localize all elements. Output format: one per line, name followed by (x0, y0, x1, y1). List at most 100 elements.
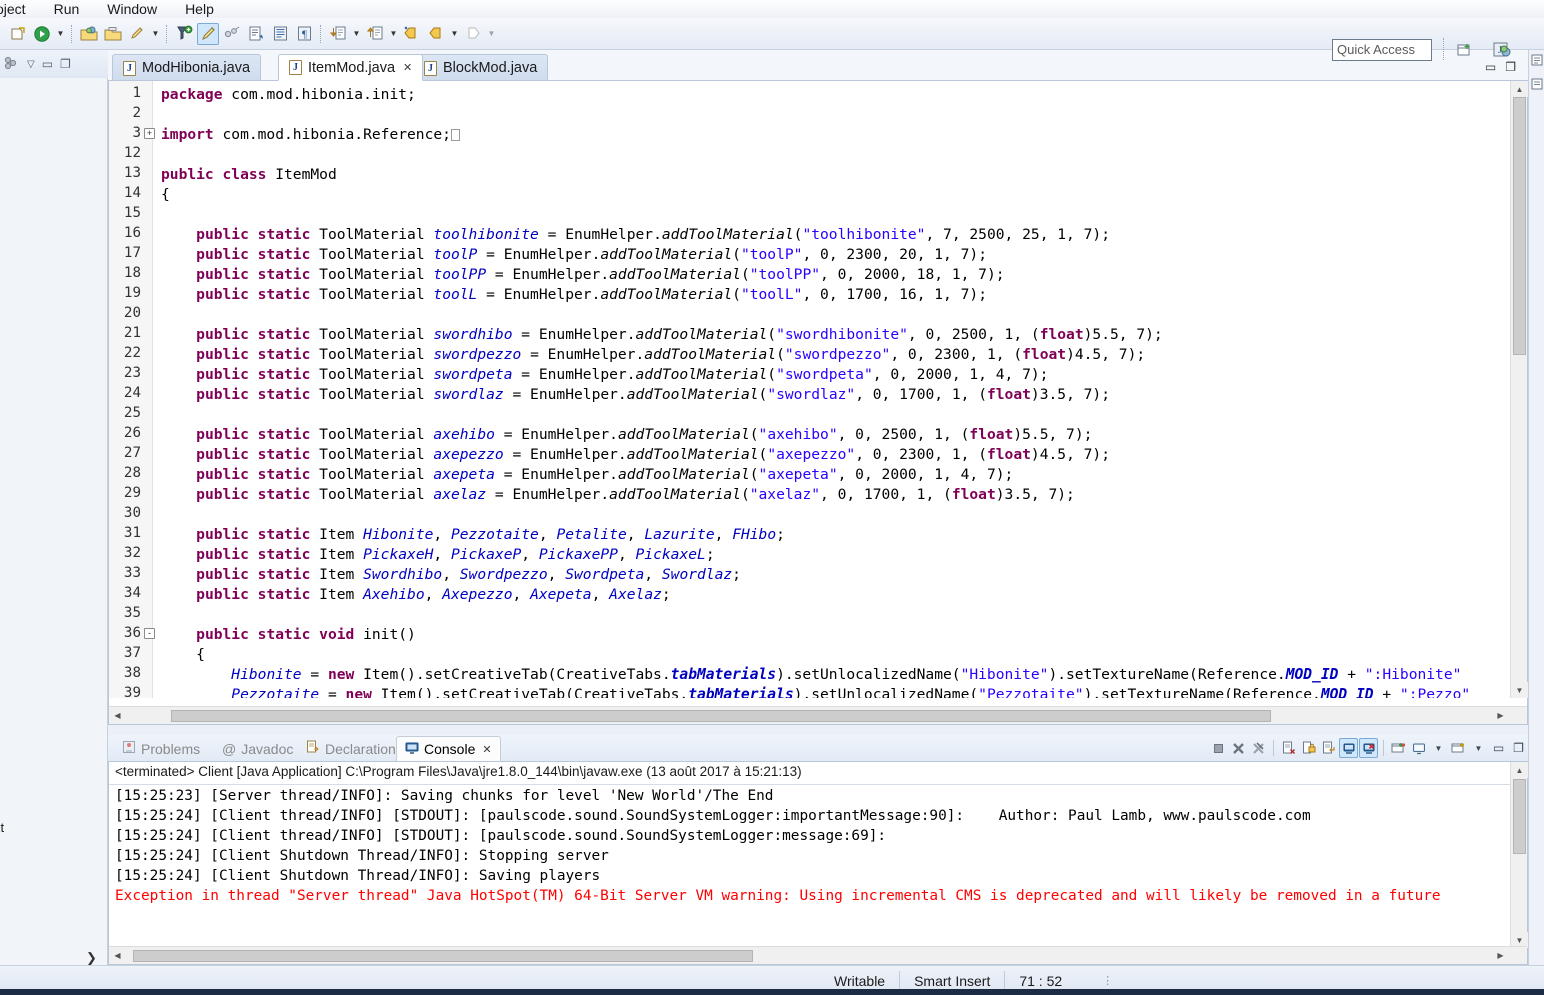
collapsed-import-placeholder[interactable] (450, 129, 460, 141)
tab-declaration[interactable]: Declaration (298, 736, 404, 761)
next-annotation-icon[interactable] (327, 23, 349, 45)
code-token: + (1338, 666, 1365, 683)
status-drag-handle[interactable]: ⋮ (1102, 974, 1113, 987)
view-menu-icon[interactable]: ▽ (27, 59, 35, 70)
pin-console-icon[interactable] (1389, 738, 1408, 758)
terminate-icon[interactable] (1209, 738, 1228, 758)
code-token: , (512, 586, 531, 603)
code-token: addToolMaterial (609, 486, 741, 503)
show-console-on-output-icon[interactable] (1339, 738, 1358, 758)
editor-tab-blockmod[interactable]: J BlockMod.java (413, 54, 549, 81)
open-console-dropdown-arrow[interactable]: ▼ (1469, 738, 1488, 758)
code-token: , 0, 1700, 1, ( (855, 386, 987, 403)
word-wrap-icon[interactable] (1319, 738, 1338, 758)
code-token: , (424, 586, 443, 603)
minimize-icon[interactable]: ▭ (1485, 60, 1496, 74)
run-last-tool-icon[interactable] (31, 23, 53, 45)
toolbar-separator (320, 24, 322, 43)
package-explorer-icon[interactable] (4, 56, 20, 73)
maximize-icon[interactable]: ❐ (60, 57, 71, 71)
show-console-on-error-icon[interactable] (1359, 738, 1378, 758)
next-annotation-arrow[interactable]: ▼ (350, 23, 363, 45)
tab-console[interactable]: Console ✕ (396, 736, 501, 761)
menu-item-help[interactable]: Help (171, 0, 228, 18)
tab-problems[interactable]: Problems (114, 736, 208, 761)
maximize-icon[interactable]: ❐ (1505, 60, 1516, 74)
scroll-left-arrow[interactable]: ◀ (109, 947, 126, 964)
code-token: init() (354, 626, 416, 643)
last-edit-location-icon[interactable] (401, 23, 423, 45)
remove-launch-icon[interactable] (1229, 738, 1248, 758)
previous-annotation-icon[interactable] (364, 23, 386, 45)
code-token: "axepeta" (758, 466, 838, 483)
toolbar-separator (166, 24, 168, 43)
scrollbar-thumb[interactable] (1513, 779, 1526, 854)
editor-tab-modhibonia[interactable]: J ModHibonia.java (112, 54, 262, 81)
console-output-area[interactable]: <terminated> Client [Java Application] C… (108, 761, 1528, 965)
open-console-icon[interactable] (1449, 738, 1468, 758)
minimize-icon[interactable]: ▭ (1489, 738, 1508, 758)
clear-console-icon[interactable] (1279, 738, 1298, 758)
code-token: , 0, 2300, 20, 1, 7); (802, 246, 987, 263)
code-token: "swordpezzo" (784, 346, 891, 363)
editor-horizontal-scrollbar[interactable]: ◀ ▶ (109, 706, 1527, 724)
new-class-dropdown-arrow[interactable]: ▼ (149, 23, 162, 45)
task-list-icon[interactable] (1531, 78, 1543, 93)
scroll-right-arrow[interactable]: ▶ (1492, 947, 1509, 964)
open-task-icon[interactable] (245, 23, 267, 45)
new-wizard-partial-icon[interactable] (7, 23, 29, 45)
scroll-up-arrow[interactable]: ▲ (1511, 81, 1528, 97)
scroll-down-arrow[interactable]: ▼ (1511, 682, 1528, 698)
editor-tab-itemmod[interactable]: J ItemMod.java ✕ (278, 54, 424, 81)
toggle-mark-occurrences-icon[interactable] (197, 22, 219, 45)
console-vertical-scrollbar[interactable]: ▲ ▼ (1510, 762, 1528, 948)
forward-dropdown-arrow[interactable]: ▼ (485, 23, 498, 45)
code-token: ToolMaterial (310, 266, 434, 283)
remove-all-terminated-icon[interactable] (1249, 738, 1268, 758)
close-icon[interactable]: ✕ (403, 61, 412, 74)
display-selected-console-icon[interactable] (1409, 738, 1428, 758)
console-line: [15:25:24] [Client thread/INFO] [STDOUT]… (115, 808, 1311, 824)
back-dropdown-arrow[interactable]: ▼ (448, 23, 461, 45)
code-line: public static ToolMaterial swordpeta = E… (161, 365, 1048, 385)
show-whitespace-icon[interactable] (269, 23, 291, 45)
scroll-up-arrow[interactable]: ▲ (1511, 762, 1528, 778)
code-token: Lazurite (644, 526, 715, 543)
code-editor[interactable]: 1 2 3 +12 13 14 15 16 17 18 19 20 21 22 23 24 25 26 27 28 29… (108, 80, 1528, 725)
pilcrow-icon[interactable]: ¶ (293, 23, 315, 45)
search-icon[interactable] (173, 23, 195, 45)
toggle-breadcrumb-icon[interactable] (221, 23, 243, 45)
minimize-icon[interactable]: ▭ (42, 57, 53, 71)
code-token: Axelaz (609, 586, 662, 603)
scroll-right-arrow[interactable]: ▶ (1492, 707, 1509, 724)
tab-javadoc[interactable]: @ Javadoc (214, 736, 301, 761)
new-java-class-icon[interactable] (126, 23, 148, 45)
forward-icon[interactable] (462, 23, 484, 45)
scroll-left-arrow[interactable]: ◀ (109, 707, 126, 724)
console-horizontal-scrollbar[interactable]: ◀ ▶ (109, 946, 1527, 964)
code-token: ( (767, 326, 777, 343)
scroll-lock-icon[interactable] (1299, 738, 1318, 758)
menu-item-run[interactable]: Run (40, 0, 94, 18)
restore-view-icon[interactable]: ❯ (86, 950, 97, 966)
scrollbar-thumb[interactable] (171, 710, 1271, 722)
scrollbar-thumb[interactable] (133, 950, 753, 962)
menu-item-window[interactable]: Window (93, 0, 171, 18)
scrollbar-thumb[interactable] (1513, 97, 1526, 355)
menu-item-project[interactable]: oject (0, 0, 40, 18)
code-viewport[interactable]: package com.mod.hibonia.init; import com.… (109, 81, 1484, 698)
previous-annotation-arrow[interactable]: ▼ (387, 23, 400, 45)
maximize-icon[interactable]: ❐ (1509, 738, 1528, 758)
open-folder-plain-icon[interactable] (102, 23, 124, 45)
editor-vertical-scrollbar[interactable]: ▲ ▼ (1510, 81, 1528, 698)
code-token: ( (749, 426, 759, 443)
outline-icon[interactable] (1531, 54, 1543, 69)
code-token: ToolMaterial (310, 486, 434, 503)
display-console-dropdown-arrow[interactable]: ▼ (1429, 738, 1448, 758)
close-icon[interactable]: ✕ (482, 743, 491, 756)
back-icon[interactable] (425, 23, 447, 45)
run-dropdown-arrow[interactable]: ▼ (54, 23, 67, 45)
open-folder-icon[interactable] (78, 23, 100, 45)
